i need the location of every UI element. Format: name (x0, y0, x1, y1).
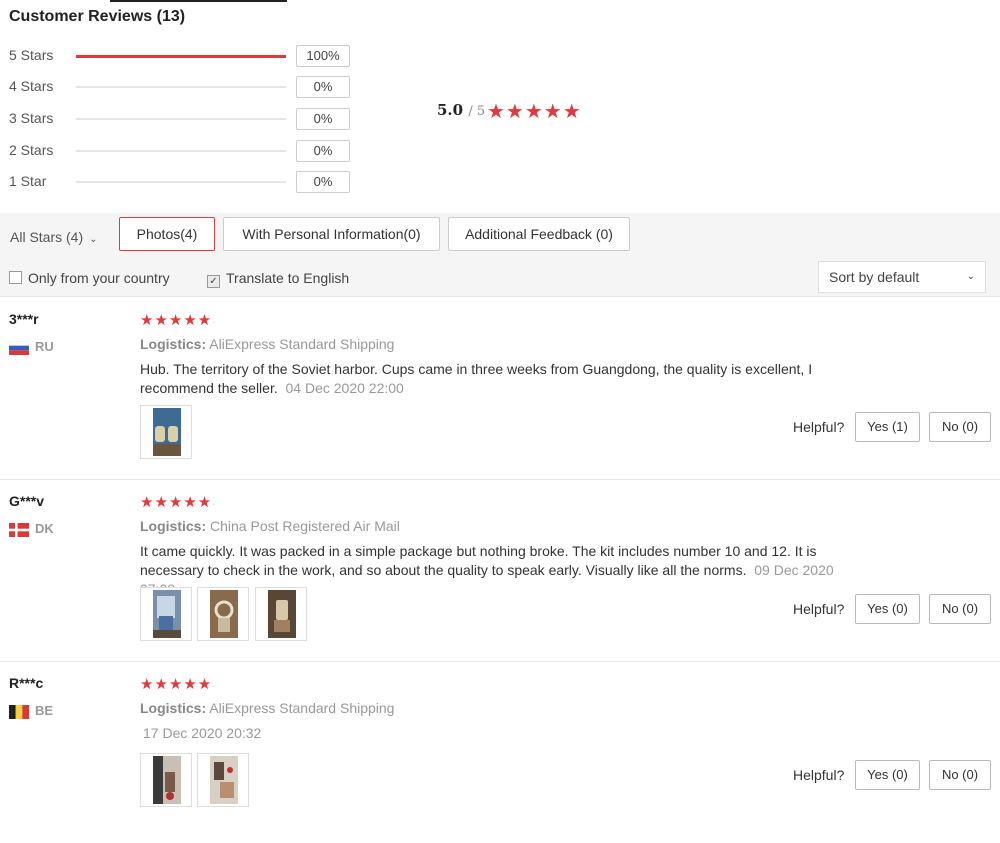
histogram-percent: 0% (296, 108, 350, 130)
average-rating: 5.0 / 5 (437, 101, 485, 119)
review-photo-thumbnail[interactable] (140, 405, 192, 459)
average-out-of: / 5 (468, 104, 486, 119)
only-country-label: Only from your country (28, 270, 170, 286)
review-stars-glyphs: ★★★★★ (140, 676, 213, 693)
average-stars: ★★★★★ (487, 101, 582, 123)
all-stars-dropdown[interactable]: All Stars (4) ⌄ (10, 229, 98, 245)
checkbox-checked-icon: ✓ (207, 275, 220, 288)
review-photo-thumbnail[interactable] (197, 753, 249, 807)
photo-image (153, 756, 181, 804)
review-date: 04 Dec 2020 22:00 (285, 380, 404, 396)
all-stars-label: All Stars (4) (10, 229, 84, 245)
review-stars: ★★★★★· (140, 493, 216, 511)
histogram-bar (76, 54, 286, 58)
histogram-label: 1 Star (9, 173, 47, 189)
histogram-label: 5 Stars (9, 47, 54, 63)
logistics-label: Logistics: (140, 518, 207, 534)
review-item: G***v DK ★★★★★· Logistics: China Post Re… (0, 479, 1000, 662)
helpful-no-button[interactable]: No (0) (929, 412, 991, 442)
photos-filter-button[interactable]: Photos(4) (119, 217, 215, 251)
review-body: Hub. The territory of the Soviet harbor.… (140, 361, 813, 396)
logistics-label: Logistics: (140, 700, 207, 716)
logistics-info: Logistics: AliExpress Standard Shipping (140, 700, 394, 716)
reviewer-country: DK (35, 521, 54, 536)
histogram-percent: 100% (296, 45, 350, 67)
review-body: It came quickly. It was packed in a simp… (140, 543, 817, 578)
helpful-label: Helpful? (793, 419, 845, 435)
translate-label: Translate to English (226, 270, 350, 286)
logistics-value: AliExpress Standard Shipping (209, 336, 395, 352)
page-title: Customer Reviews (13) (9, 8, 186, 25)
filter-bar: All Stars (4) ⌄ Photos(4) With Personal I… (0, 213, 1000, 297)
helpful-label: Helpful? (793, 767, 845, 783)
review-photo-thumbnail[interactable] (140, 587, 192, 641)
histogram-fill (76, 54, 286, 58)
histogram-bar (76, 86, 286, 88)
personal-info-filter-button[interactable]: With Personal Information(0) (223, 217, 440, 251)
histogram-percent: 0% (296, 76, 350, 98)
histogram-label: 2 Stars (9, 142, 54, 158)
review-date: 17 Dec 2020 20:32 (143, 725, 262, 741)
logistics-value: China Post Registered Air Mail (210, 518, 400, 534)
helpful-no-button[interactable]: No (0) (929, 594, 991, 624)
histogram-bar (76, 181, 286, 183)
review-stars: ★★★★★· (140, 675, 216, 693)
checkbox-unchecked-icon (9, 271, 22, 284)
reviewer-name: G***v (9, 493, 45, 509)
sort-select[interactable]: Sort by default ⌄ (818, 261, 986, 293)
review-item: 3***r RU ★★★★★· Logistics: AliExpress St… (0, 297, 1000, 480)
logistics-label: Logistics: (140, 336, 207, 352)
photo-image (210, 756, 238, 804)
reviewer-country: RU (35, 339, 54, 354)
reviewer-name: 3***r (9, 311, 39, 327)
only-country-checkbox[interactable]: Only from your country (9, 270, 170, 286)
histogram-label: 4 Stars (9, 78, 54, 94)
chevron-down-icon: ⌄ (89, 234, 98, 245)
translate-checkbox[interactable]: ✓ Translate to English (207, 270, 349, 288)
logistics-value: AliExpress Standard Shipping (209, 700, 395, 716)
logistics-info: Logistics: AliExpress Standard Shipping (140, 336, 394, 352)
review-stars-glyphs: ★★★★★ (140, 312, 213, 329)
helpful-yes-button[interactable]: Yes (1) (855, 412, 920, 442)
helpful-label: Helpful? (793, 601, 845, 617)
review-stars: ★★★★★· (140, 311, 216, 329)
helpful-no-button[interactable]: No (0) (929, 760, 991, 790)
russia-flag-icon (9, 341, 29, 355)
denmark-flag-icon (9, 523, 29, 537)
review-text: Hub. The territory of the Soviet harbor.… (140, 360, 840, 398)
photo-image (153, 590, 181, 638)
top-divider (110, 0, 287, 2)
helpful-yes-button[interactable]: Yes (0) (855, 594, 920, 624)
histogram-percent: 0% (296, 140, 350, 162)
logistics-info: Logistics: China Post Registered Air Mai… (140, 518, 400, 534)
photo-image (268, 590, 296, 638)
reviewer-name: R***c (9, 675, 44, 691)
helpful-yes-button[interactable]: Yes (0) (855, 760, 920, 790)
photo-image (210, 590, 238, 638)
average-score: 5.0 (437, 101, 464, 119)
histogram-bar (76, 150, 286, 152)
star-separator-icon: · (212, 681, 216, 692)
additional-feedback-filter-button[interactable]: Additional Feedback (0) (448, 217, 630, 251)
chevron-down-icon: ⌄ (966, 271, 975, 282)
belgium-flag-icon (9, 705, 29, 719)
review-photo-thumbnail[interactable] (255, 587, 307, 641)
reviewer-country: BE (35, 703, 54, 718)
review-text: 17 Dec 2020 20:32 (140, 724, 840, 743)
review-photo-thumbnail[interactable] (140, 753, 192, 807)
histogram-percent: 0% (296, 171, 350, 193)
histogram-bar (76, 118, 286, 120)
review-stars-glyphs: ★★★★★ (140, 494, 213, 511)
histogram-label: 3 Stars (9, 110, 54, 126)
star-separator-icon: · (212, 499, 216, 510)
photo-image (153, 408, 181, 456)
star-separator-icon: · (212, 317, 216, 328)
sort-label: Sort by default (829, 269, 920, 285)
review-item: R***c BE ★★★★★· Logistics: AliExpress St… (0, 661, 1000, 843)
review-photo-thumbnail[interactable] (197, 587, 249, 641)
